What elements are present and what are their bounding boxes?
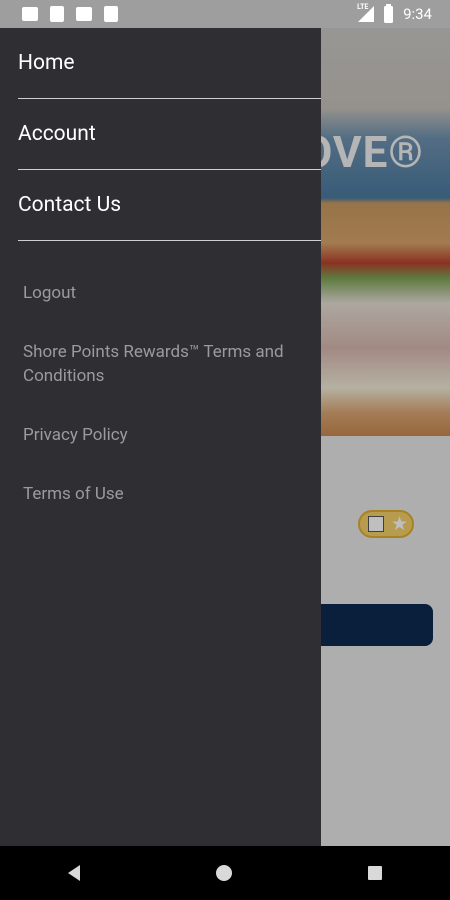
drawer-item-contact-us[interactable]: Contact Us: [18, 170, 321, 241]
system-icons: LTE 9:34: [357, 3, 450, 23]
status-bar: LTE 9:34: [0, 0, 450, 28]
drawer-link-label: Terms of Use: [23, 484, 124, 504]
drawer-link-terms-of-use[interactable]: Terms of Use: [23, 482, 313, 506]
drawer-item-label: Contact Us: [18, 193, 122, 217]
drawer-link-label: Logout: [23, 283, 77, 303]
signal-icon: LTE: [357, 3, 375, 22]
drawer-item-account[interactable]: Account: [18, 99, 321, 170]
missed-call-icon: [76, 7, 92, 21]
sim-icon: [50, 6, 64, 22]
drawer-link-label: Privacy Policy: [23, 425, 128, 445]
drawer-item-label: Home: [18, 51, 75, 75]
battery-icon: [384, 3, 394, 23]
clock: 9:34: [403, 5, 432, 23]
system-nav-bar: [0, 846, 450, 900]
network-type: LTE: [357, 3, 369, 11]
drawer-item-label: Account: [18, 122, 96, 146]
sd-card-icon: [104, 6, 118, 22]
drawer-link-logout[interactable]: Logout: [23, 281, 313, 305]
back-icon[interactable]: [68, 865, 80, 881]
drawer-item-home[interactable]: Home: [18, 28, 321, 99]
home-icon[interactable]: [216, 865, 232, 881]
navigation-drawer: Home Account Contact Us Logout Shore Poi…: [0, 28, 321, 846]
drawer-link-privacy-policy[interactable]: Privacy Policy: [23, 423, 313, 447]
notification-icons: [0, 6, 118, 22]
drawer-link-rewards-terms[interactable]: Shore Points Rewards™ Terms and Conditio…: [23, 340, 313, 388]
drawer-link-label: Shore Points Rewards™ Terms and Conditio…: [23, 342, 284, 386]
message-icon: [22, 7, 38, 21]
recents-icon[interactable]: [368, 866, 382, 880]
